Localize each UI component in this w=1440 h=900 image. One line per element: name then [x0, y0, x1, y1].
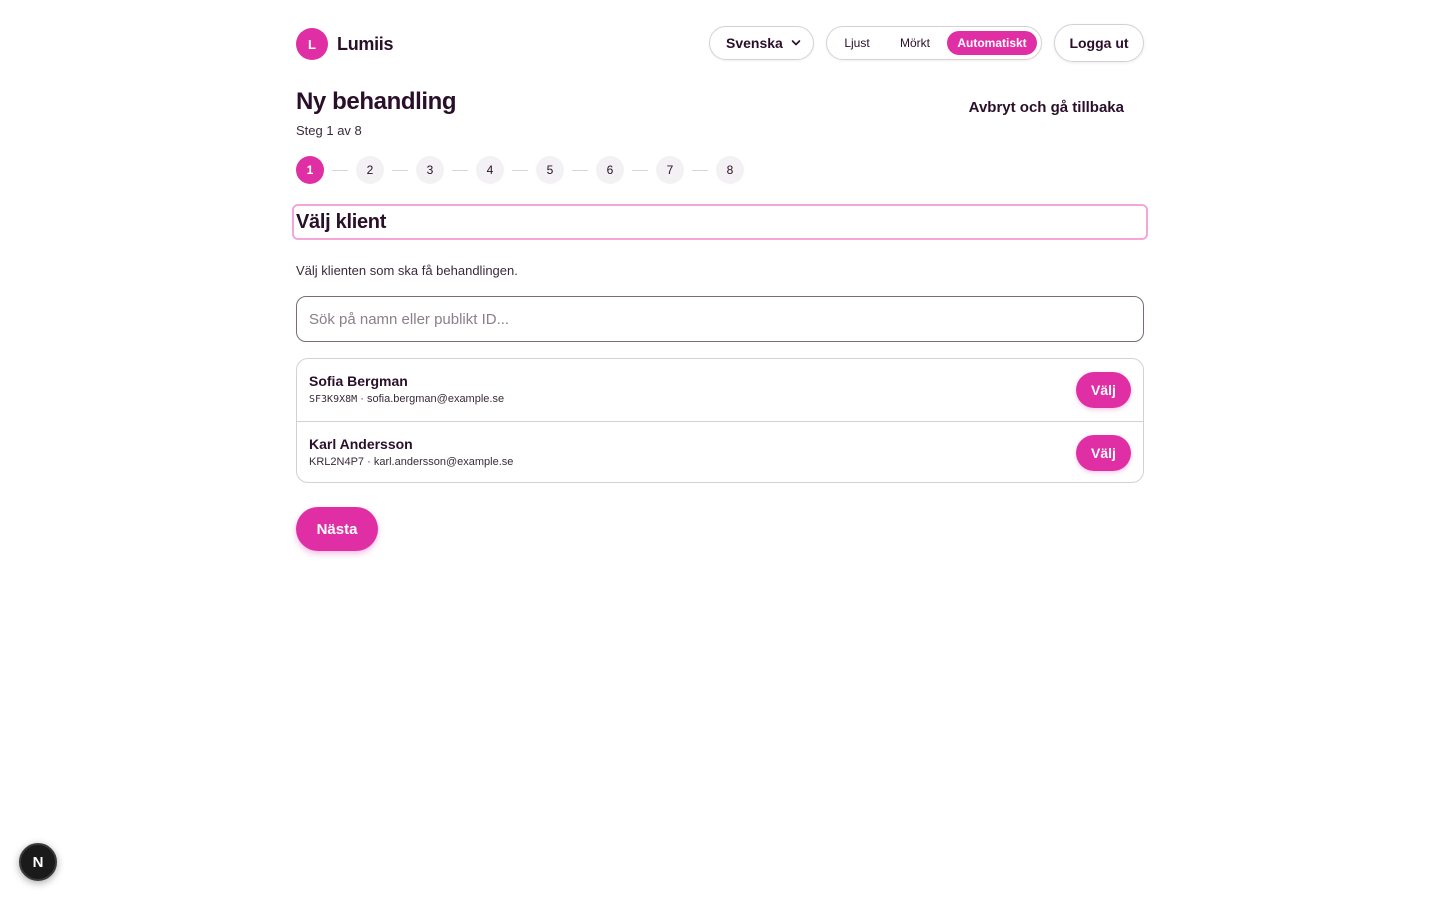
stepper: 1 2 3 4 5 6 7 8 — [296, 156, 756, 184]
page-title: Ny behandling — [296, 88, 457, 115]
step-4[interactable]: 4 — [476, 156, 504, 184]
client-meta: SF3K9X8M · sofia.bergman@example.se — [309, 393, 505, 405]
step-connector — [452, 170, 468, 171]
step-5[interactable]: 5 — [536, 156, 564, 184]
step-1[interactable]: 1 — [296, 156, 324, 184]
logout-button[interactable]: Logga ut — [1054, 24, 1144, 62]
language-select[interactable]: Svenska — [709, 26, 814, 60]
brand-name: Lumiis — [337, 33, 394, 54]
select-client-button[interactable]: Välj — [1076, 372, 1131, 408]
client-name: Karl Andersson — [309, 436, 413, 452]
step-indicator-text: Steg 1 av 8 — [296, 123, 362, 138]
step-connector — [512, 170, 528, 171]
brand[interactable]: L Lumiis — [296, 28, 394, 60]
list-item: Karl Andersson KRL2N4P7 · karl.andersson… — [297, 421, 1143, 482]
step-connector — [332, 170, 348, 171]
step-connector — [632, 170, 648, 171]
dev-tools-badge[interactable]: N — [19, 843, 57, 881]
select-client-button[interactable]: Välj — [1076, 435, 1131, 471]
client-public-id: SF3K9X8M — [309, 394, 358, 405]
step-connector — [392, 170, 408, 171]
step-7[interactable]: 7 — [656, 156, 684, 184]
client-email: karl.andersson@example.se — [373, 456, 514, 468]
step-2[interactable]: 2 — [356, 156, 384, 184]
client-meta: KRL2N4P7 · karl.andersson@example.se — [309, 456, 514, 468]
theme-option-dark[interactable]: Mörkt — [887, 31, 943, 55]
cancel-link[interactable]: Avbryt och gå tillbaka — [969, 99, 1124, 116]
step-3[interactable]: 3 — [416, 156, 444, 184]
client-email: sofia.bergman@example.se — [366, 393, 505, 405]
section-description: Välj klienten som ska få behandlingen. — [296, 263, 518, 278]
client-public-id: KRL2N4P7 — [309, 456, 365, 468]
language-select-value: Svenska — [726, 35, 783, 51]
brand-logo: L — [296, 28, 328, 60]
list-item: Sofia Bergman SF3K9X8M · sofia.bergman@e… — [297, 359, 1143, 421]
step-connector — [572, 170, 588, 171]
theme-option-light[interactable]: Ljust — [831, 31, 883, 55]
client-search-input[interactable] — [296, 296, 1144, 342]
theme-option-auto[interactable]: Automatiskt — [947, 31, 1037, 55]
client-list: Sofia Bergman SF3K9X8M · sofia.bergman@e… — [296, 358, 1144, 483]
header: L Lumiis Svenska Ljust Mörkt Automatiskt… — [296, 24, 1144, 62]
theme-toggle: Ljust Mörkt Automatiskt — [826, 26, 1042, 60]
step-8[interactable]: 8 — [716, 156, 744, 184]
client-name: Sofia Bergman — [309, 373, 408, 389]
section-heading: Välj klient — [292, 204, 1148, 240]
next-button[interactable]: Nästa — [296, 507, 378, 551]
chevron-down-icon — [791, 36, 801, 53]
step-6[interactable]: 6 — [596, 156, 624, 184]
step-connector — [692, 170, 708, 171]
